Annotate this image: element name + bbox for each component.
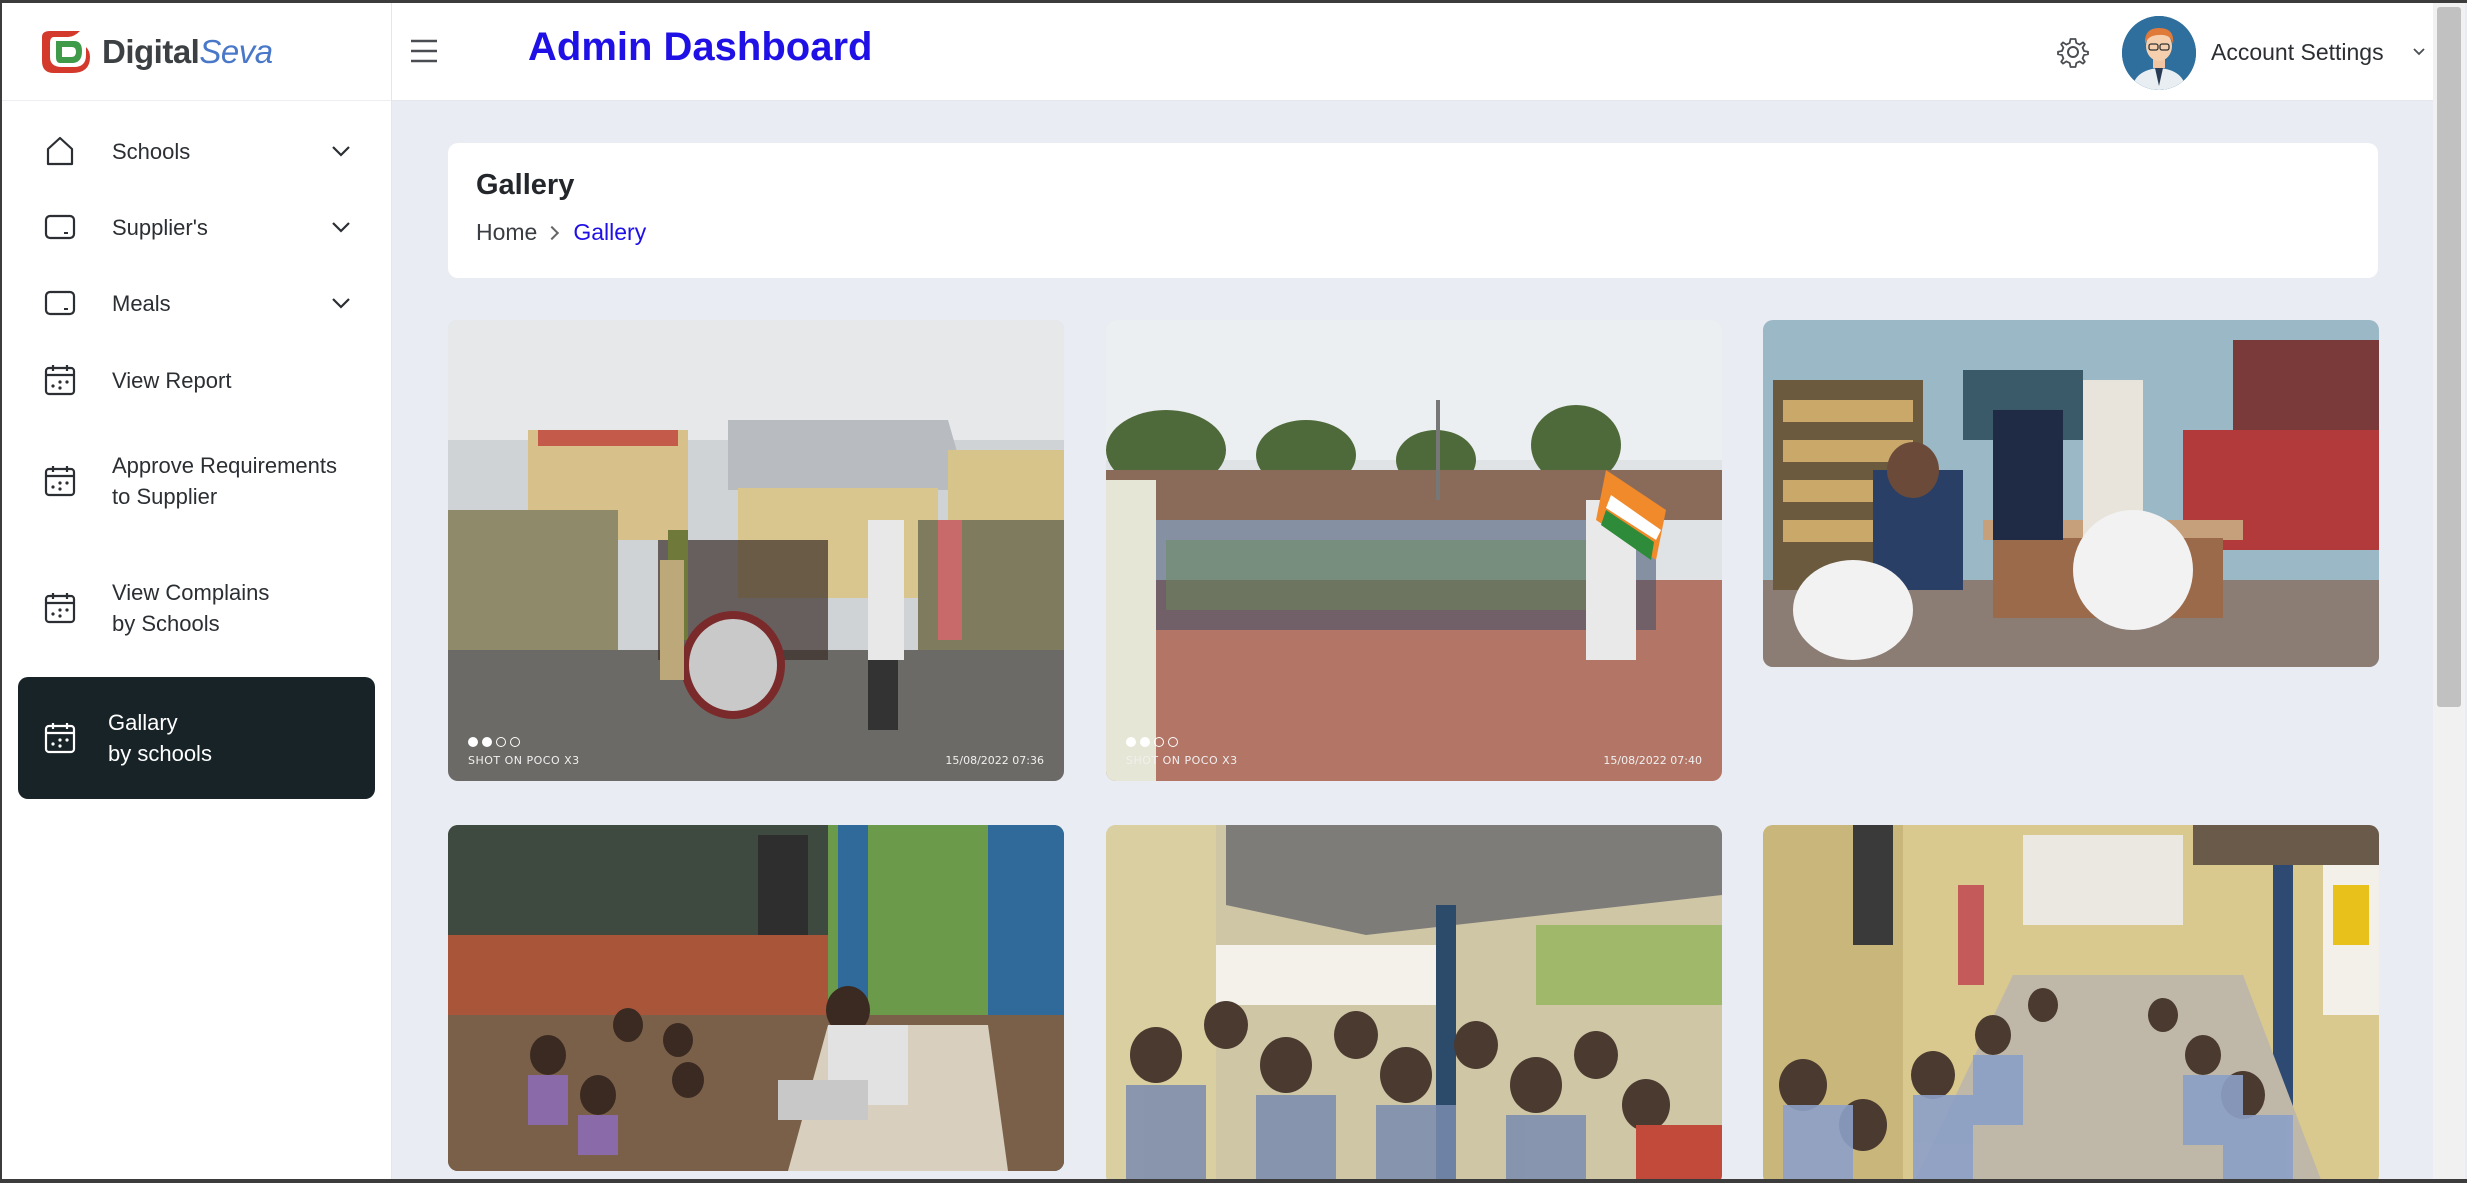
page-header-card: Gallery Home Gallery: [448, 143, 2378, 278]
brand-logo[interactable]: DigitalSeva: [2, 3, 391, 101]
sidebar-item-label: Meals: [112, 290, 171, 316]
account-settings-link[interactable]: Account Settings: [2211, 39, 2384, 66]
digitalseva-logo-icon: [42, 30, 90, 73]
gallery-photo-image: [448, 825, 1064, 1171]
sidebar: DigitalSeva Schools Supplier's Meals Vie…: [2, 3, 392, 1179]
sidebar-menu: Schools Supplier's Meals View Report App…: [2, 101, 391, 799]
gallery-photo-image: [1763, 825, 2379, 1179]
photo-timestamp: 15/08/2022 07:36: [945, 754, 1044, 767]
gallery-photo-image: [1106, 825, 1722, 1179]
gallery-photo-2[interactable]: SHOT ON POCO X3 15/08/2022 07:40: [1106, 320, 1722, 781]
tablet-icon: [44, 290, 76, 316]
breadcrumb-current: Gallery: [573, 219, 647, 245]
scrollbar-thumb[interactable]: [2437, 7, 2461, 707]
sidebar-item-label: Schools: [112, 138, 191, 164]
photo-watermark-dots: [468, 737, 520, 747]
chevron-down-icon[interactable]: [2412, 47, 2426, 57]
gallery-photo-4[interactable]: [448, 825, 1064, 1171]
chevron-down-icon[interactable]: [329, 139, 353, 163]
photo-timestamp: 15/08/2022 07:40: [1603, 754, 1702, 767]
breadcrumb-home[interactable]: Home: [476, 219, 537, 246]
sidebar-item-label: Supplier's: [112, 214, 208, 240]
hamburger-menu-icon[interactable]: [410, 39, 438, 63]
gallery-photo-5[interactable]: [1106, 825, 1722, 1179]
page-scrollbar[interactable]: [2433, 3, 2465, 1179]
sidebar-item-approve-requirements[interactable]: Approve Requirements to Supplier: [2, 419, 391, 543]
gallery-photo-1[interactable]: SHOT ON POCO X3 15/08/2022 07:36: [448, 320, 1064, 781]
calendar-icon: [44, 466, 76, 497]
user-avatar-icon: [2122, 16, 2196, 90]
tablet-icon: [44, 214, 76, 240]
chevron-right-icon: [545, 225, 560, 240]
gallery-photo-image: [1106, 320, 1722, 781]
chevron-down-icon[interactable]: [329, 291, 353, 315]
main-content: Gallery Home Gallery SHOT ON POCO X3 15/…: [392, 101, 2433, 1179]
gallery-photo-image: [448, 320, 1064, 781]
gallery-photo-3[interactable]: [1763, 320, 2379, 667]
sidebar-item-label: Gallary by schools: [108, 710, 212, 766]
breadcrumb: Home Gallery: [476, 219, 646, 246]
brand-name: DigitalSeva: [102, 32, 273, 70]
photo-caption: SHOT ON POCO X3: [468, 754, 580, 767]
gear-icon[interactable]: [2057, 36, 2089, 68]
top-header: Admin Dashboard Account Settings: [392, 3, 2433, 101]
sidebar-item-suppliers[interactable]: Supplier's: [2, 189, 391, 265]
section-heading: Gallery: [476, 169, 575, 201]
sidebar-item-label: View Report: [112, 367, 232, 393]
sidebar-item-view-complains[interactable]: View Complains by Schools: [2, 543, 391, 673]
sidebar-item-label: View Complains by Schools: [112, 580, 270, 636]
home-icon: [46, 136, 74, 166]
sidebar-item-meals[interactable]: Meals: [2, 265, 391, 341]
photo-watermark-dots: [1126, 737, 1178, 747]
chevron-down-icon[interactable]: [329, 215, 353, 239]
gallery-photo-image: [1763, 320, 2379, 667]
sidebar-item-gallary-active[interactable]: Gallary by schools: [18, 677, 375, 799]
page-title: Admin Dashboard: [528, 25, 873, 69]
avatar[interactable]: [2122, 16, 2196, 90]
calendar-icon: [44, 723, 76, 754]
gallery-photo-6[interactable]: [1763, 825, 2379, 1179]
calendar-icon: [44, 365, 76, 396]
photo-caption: SHOT ON POCO X3: [1126, 754, 1238, 767]
calendar-icon: [44, 593, 76, 624]
sidebar-item-view-report[interactable]: View Report: [2, 341, 391, 419]
sidebar-item-label: Approve Requirements to Supplier: [112, 453, 338, 509]
sidebar-item-schools[interactable]: Schools: [2, 113, 391, 189]
